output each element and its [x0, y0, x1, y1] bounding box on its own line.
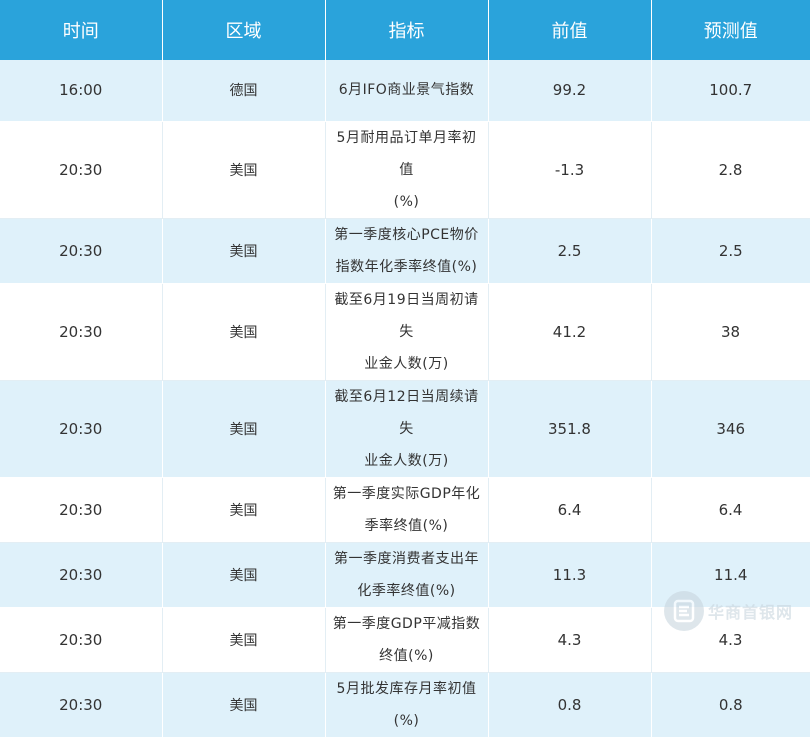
cell-time: 20:30: [0, 380, 163, 478]
indicator-line: 化季率终值(%): [357, 582, 456, 599]
cell-previous: 11.3: [488, 542, 652, 608]
cell-time: 16:00: [0, 60, 163, 122]
cell-forecast: 2.5: [651, 218, 810, 284]
cell-indicator: 第一季度GDP平减指数 终值(%): [325, 607, 489, 673]
cell-forecast: 0.8: [651, 672, 810, 738]
cell-previous: 99.2: [488, 60, 652, 122]
cell-previous: 4.3: [488, 607, 652, 673]
indicator-line: (%): [393, 712, 420, 729]
cell-region: 美国: [162, 672, 326, 738]
header-region: 区域: [162, 0, 326, 60]
table-row: 20:30 美国 第一季度核心PCE物价 指数年化季率终值(%) 2.5 2.5: [0, 218, 810, 284]
indicator-line: 指数年化季率终值(%): [335, 258, 478, 275]
cell-forecast: 100.7: [651, 60, 810, 122]
cell-time: 20:30: [0, 542, 163, 608]
indicator-line: 业金人数(万): [364, 355, 449, 372]
cell-time: 20:30: [0, 672, 163, 738]
indicator-line: 季率终值(%): [364, 517, 449, 534]
indicator-line: (%): [393, 193, 420, 210]
table-row: 20:30 美国 第一季度GDP平减指数 终值(%) 4.3 4.3: [0, 607, 810, 673]
table-row: 20:30 美国 5月批发库存月率初值 (%) 0.8 0.8: [0, 672, 810, 738]
cell-forecast: 11.4: [651, 542, 810, 608]
cell-previous: -1.3: [488, 121, 652, 219]
indicator-line: 第一季度实际GDP年化: [332, 485, 481, 502]
header-indicator: 指标: [325, 0, 489, 60]
indicator-line: 截至6月19日当周初请失: [334, 291, 479, 340]
cell-previous: 41.2: [488, 283, 652, 381]
cell-indicator: 第一季度实际GDP年化 季率终值(%): [325, 477, 489, 543]
cell-forecast: 6.4: [651, 477, 810, 543]
indicator-line: 终值(%): [379, 647, 434, 664]
cell-previous: 2.5: [488, 218, 652, 284]
cell-forecast: 2.8: [651, 121, 810, 219]
cell-time: 20:30: [0, 477, 163, 543]
header-time: 时间: [0, 0, 163, 60]
economic-calendar-table: 时间 区域 指标 前值 预测值 16:00 德国 6月IFO商业景气指数 99.2 10…: [0, 0, 810, 738]
table-row: 20:30 美国 第一季度实际GDP年化 季率终值(%) 6.4 6.4: [0, 477, 810, 543]
cell-previous: 0.8: [488, 672, 652, 738]
header-forecast: 预测值: [651, 0, 810, 60]
cell-region: 美国: [162, 607, 326, 673]
cell-region: 美国: [162, 218, 326, 284]
table-body: 16:00 德国 6月IFO商业景气指数 99.2 100.7 20:30 美国 5月耐用品订…: [0, 60, 810, 738]
indicator-line: 第一季度核心PCE物价: [334, 226, 479, 243]
cell-indicator: 第一季度消费者支出年 化季率终值(%): [325, 542, 489, 608]
cell-region: 美国: [162, 283, 326, 381]
cell-forecast: 4.3: [651, 607, 810, 673]
table-row: 20:30 美国 第一季度消费者支出年 化季率终值(%) 11.3 11.4: [0, 542, 810, 608]
cell-indicator: 截至6月19日当周初请失业金人数(万): [325, 283, 489, 381]
cell-indicator: 截至6月12日当周续请失业金人数(万): [325, 380, 489, 478]
indicator-line: 第一季度消费者支出年: [334, 550, 479, 567]
cell-indicator: 5月批发库存月率初值 (%): [325, 672, 489, 738]
indicator-line: 业金人数(万): [364, 452, 449, 469]
cell-previous: 6.4: [488, 477, 652, 543]
indicator-line: 6月IFO商业景气指数: [338, 82, 475, 99]
cell-forecast: 346: [651, 380, 810, 478]
cell-region: 美国: [162, 477, 326, 543]
cell-region: 德国: [162, 60, 326, 122]
indicator-line: 5月批发库存月率初值: [336, 680, 477, 697]
cell-indicator: 5月耐用品订单月率初值 (%): [325, 121, 489, 219]
table-row: 20:30 美国 截至6月12日当周续请失 业金人数(万) 351.8 346: [0, 380, 810, 478]
table-header: 时间 区域 指标 前值 预测值: [0, 0, 810, 60]
table-row: 20:30 美国 截至6月19日当周初请失 业金人数(万) 41.2 38: [0, 283, 810, 381]
cell-region: 美国: [162, 121, 326, 219]
cell-time: 20:30: [0, 121, 163, 219]
header-previous: 前值: [488, 0, 652, 60]
cell-indicator: 第一季度核心PCE物价 指数年化季率终值(%): [325, 218, 489, 284]
cell-indicator: 6月IFO商业景气指数: [325, 60, 489, 122]
table-row: 20:30 美国 5月耐用品订单月率初值 (%) -1.3 2.8: [0, 121, 810, 219]
cell-time: 20:30: [0, 607, 163, 673]
cell-region: 美国: [162, 380, 326, 478]
indicator-line: 5月耐用品订单月率初值: [336, 129, 477, 178]
cell-region: 美国: [162, 542, 326, 608]
indicator-line: 第一季度GDP平减指数: [332, 615, 481, 632]
indicator-line: 截至6月12日当周续请失: [334, 388, 479, 437]
cell-previous: 351.8: [488, 380, 652, 478]
header-row: 时间 区域 指标 前值 预测值: [0, 0, 810, 60]
cell-time: 20:30: [0, 283, 163, 381]
table-row: 16:00 德国 6月IFO商业景气指数 99.2 100.7: [0, 60, 810, 122]
cell-time: 20:30: [0, 218, 163, 284]
cell-forecast: 38: [651, 283, 810, 381]
